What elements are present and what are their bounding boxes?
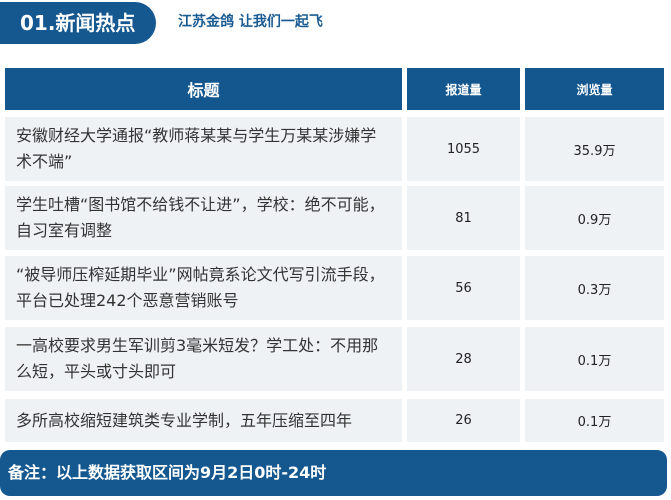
view-count: 0.3万 — [525, 256, 664, 320]
view-count: 0.1万 — [525, 327, 664, 391]
table-header-row: 标题 报道量 浏览量 — [0, 68, 671, 110]
report-count: 81 — [407, 186, 520, 250]
view-count: 0.9万 — [525, 186, 664, 250]
report-count: 28 — [407, 327, 520, 391]
table-row: 学生吐槽“图书馆不给钱不让进”，学校：绝不可能，自习室有调整 81 0.9万 — [0, 186, 671, 250]
table-row: 一高校要求男生军训剪3毫米短发？学工处：不用那么短，平头或寸头即可 28 0.1… — [0, 327, 671, 391]
view-count: 0.1万 — [525, 399, 664, 442]
column-header-title: 标题 — [5, 68, 402, 110]
section-title: 01.新闻热点 — [0, 2, 156, 44]
footer-note: 备注：以上数据获取区间为9月2日0时-24时 — [0, 450, 667, 496]
column-header-reports: 报道量 — [407, 68, 520, 110]
report-count: 56 — [407, 256, 520, 320]
news-title: “被导师压榨延期毕业”网帖竟系论文代写引流手段，平台已处理242个恶意营销账号 — [5, 256, 402, 320]
slogan: 江苏金鸽 让我们一起飞 — [178, 14, 323, 30]
table-row: 多所高校缩短建筑类专业学制，五年压缩至四年 26 0.1万 — [0, 399, 671, 442]
report-count: 26 — [407, 399, 520, 442]
report-count: 1055 — [407, 117, 520, 181]
news-title: 多所高校缩短建筑类专业学制，五年压缩至四年 — [5, 399, 402, 442]
view-count: 35.9万 — [525, 117, 664, 181]
news-title: 安徽财经大学通报“教师蒋某某与学生万某某涉嫌学术不端” — [5, 117, 402, 181]
news-title: 一高校要求男生军训剪3毫米短发？学工处：不用那么短，平头或寸头即可 — [5, 327, 402, 391]
news-title: 学生吐槽“图书馆不给钱不让进”，学校：绝不可能，自习室有调整 — [5, 186, 402, 250]
table-row: 安徽财经大学通报“教师蒋某某与学生万某某涉嫌学术不端” 1055 35.9万 — [0, 117, 671, 181]
page-header: 01.新闻热点 江苏金鸽 让我们一起飞 — [0, 0, 671, 48]
table-row: “被导师压榨延期毕业”网帖竟系论文代写引流手段，平台已处理242个恶意营销账号 … — [0, 256, 671, 320]
column-header-views: 浏览量 — [525, 68, 664, 110]
